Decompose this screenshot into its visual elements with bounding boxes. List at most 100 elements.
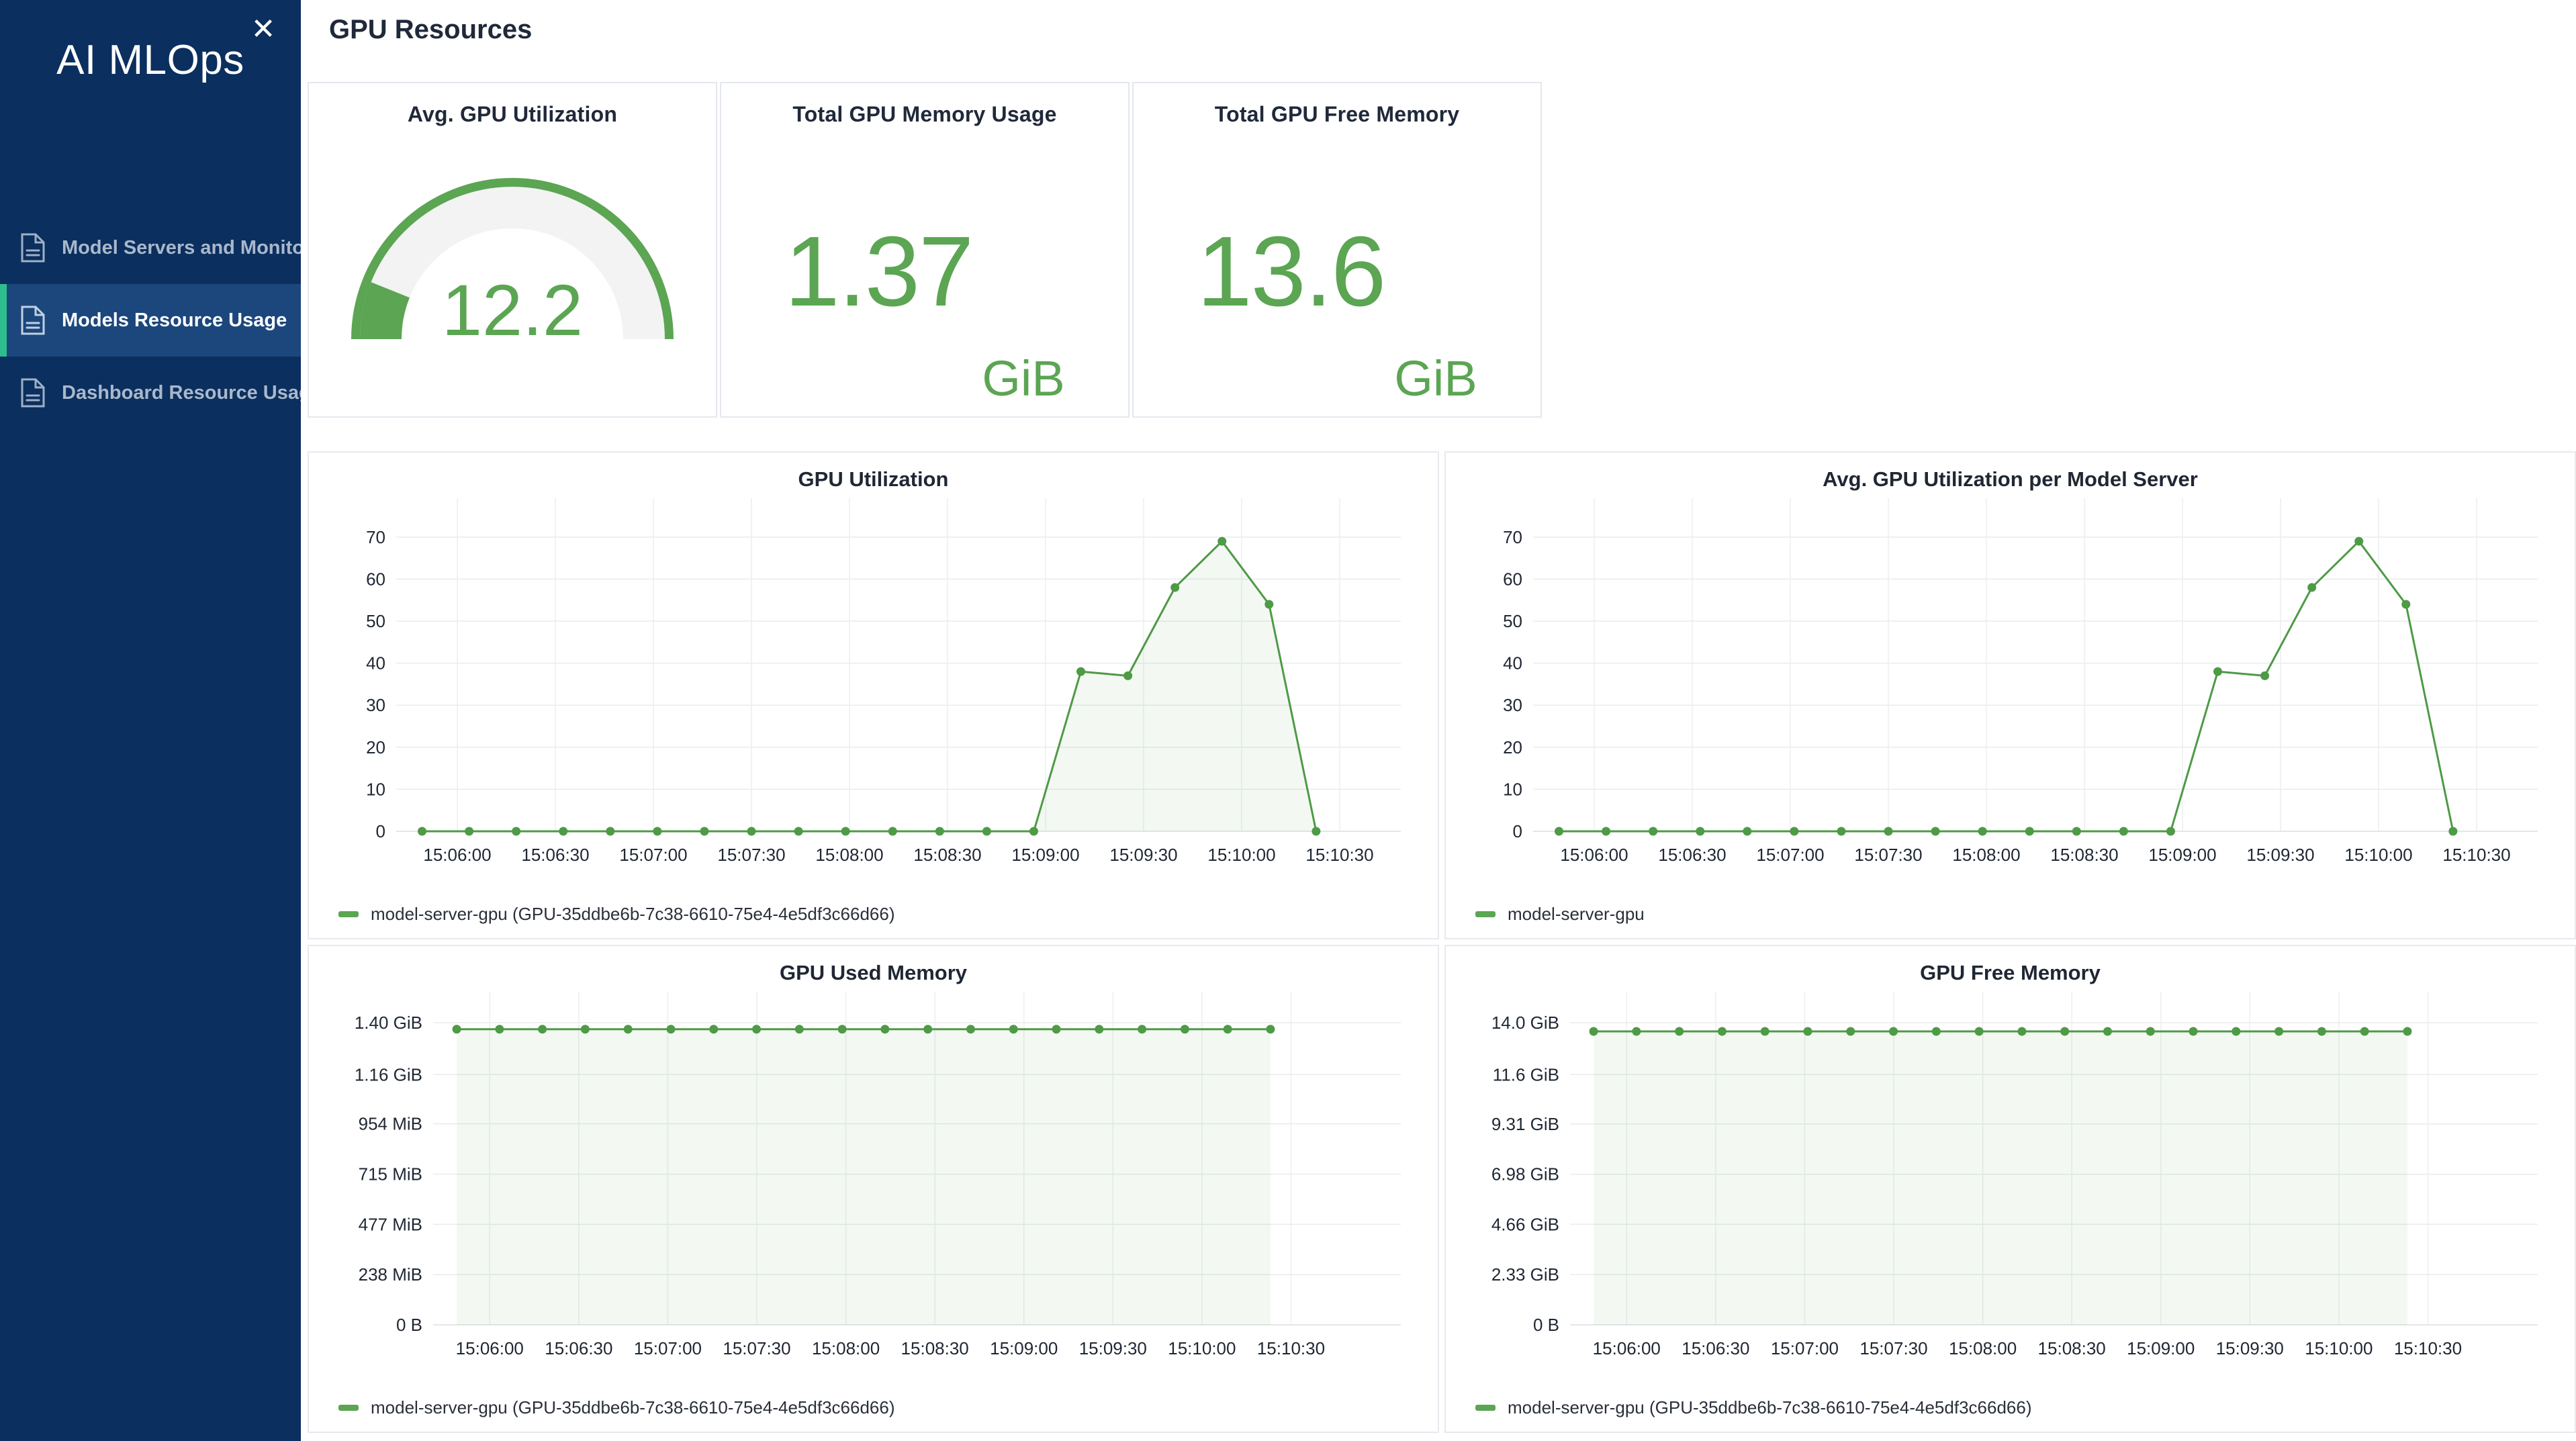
svg-text:15:09:30: 15:09:30: [1109, 845, 1177, 865]
svg-text:15:07:30: 15:07:30: [1854, 845, 1922, 865]
svg-text:15:10:30: 15:10:30: [2394, 1338, 2462, 1358]
svg-text:0: 0: [1513, 821, 1522, 841]
svg-text:15:09:30: 15:09:30: [1079, 1338, 1147, 1358]
legend-color-swatch: [1475, 1405, 1496, 1411]
svg-text:15:08:00: 15:08:00: [815, 845, 883, 865]
area-chart-svg: 0 B 2.33 GiB 4.66 GiB 6.98 GiB 9.31 GiB 11.6 …: [1491, 992, 2538, 1358]
svg-text:15:06:30: 15:06:30: [1658, 845, 1726, 865]
panel-gpu-utilization[interactable]: GPU Utilization 0 10 20 30 40 50 60 70 15:06:00 1…: [308, 451, 1439, 939]
page-title: GPU Resources: [329, 15, 533, 44]
svg-text:15:09:30: 15:09:30: [2246, 845, 2314, 865]
svg-text:238 MiB: 238 MiB: [359, 1264, 422, 1285]
svg-text:15:09:00: 15:09:00: [990, 1338, 1058, 1358]
legend-label: model-server-gpu: [1508, 904, 1645, 924]
svg-text:40: 40: [366, 653, 385, 673]
stat-value: 1.37: [784, 216, 974, 327]
stat-card-total-gpu-free-memory[interactable]: Total GPU Free Memory 13.6 GiB: [1132, 82, 1542, 418]
svg-text:20: 20: [1503, 737, 1522, 757]
svg-text:15:10:30: 15:10:30: [2442, 845, 2510, 865]
gauge-chart: 12.2: [309, 127, 716, 416]
sidebar-item-dashboard-resource-usage[interactable]: Dashboard Resource Usage: [0, 357, 322, 429]
document-icon: [20, 378, 46, 408]
svg-text:30: 30: [366, 695, 385, 715]
sidebar-item-label: Model Servers and Monitoring: [62, 236, 341, 259]
panel-title: Avg. GPU Utilization per Model Server: [1823, 467, 2198, 491]
chart-plot-area: 0 B 238 MiB 477 MiB 715 MiB 954 MiB 1.16 GiB 1…: [309, 982, 1438, 1432]
chart-plot-area: 0 10 20 30 40 50 60 70 15:06:00 15:06:30 15:07:00 1…: [309, 489, 1438, 938]
sidebar-item-model-servers-and-monitoring[interactable]: Model Servers and Monitoring: [0, 212, 341, 284]
panel-gpu-free-memory[interactable]: GPU Free Memory 0 B 2.33 GiB 4.66 GiB 6.98 …: [1444, 945, 2576, 1433]
legend-label: model-server-gpu (GPU-35ddbe6b-7c38-6610…: [371, 1397, 895, 1417]
svg-text:15:07:30: 15:07:30: [717, 845, 785, 865]
svg-text:10: 10: [366, 779, 385, 799]
svg-text:15:10:30: 15:10:30: [1257, 1338, 1325, 1358]
svg-text:15:06:00: 15:06:00: [1560, 845, 1628, 865]
svg-text:715 MiB: 715 MiB: [359, 1164, 422, 1184]
svg-text:9.31 GiB: 9.31 GiB: [1491, 1114, 1559, 1134]
panel-title: GPU Free Memory: [1920, 961, 2101, 984]
svg-text:15:07:00: 15:07:00: [1756, 845, 1824, 865]
svg-text:15:08:30: 15:08:30: [2050, 845, 2118, 865]
svg-text:15:06:00: 15:06:00: [423, 845, 491, 865]
svg-text:70: 70: [366, 527, 385, 547]
legend-color-swatch: [338, 1405, 359, 1411]
chart-grid: GPU Utilization 0 10 20 30 40 50 60 70 15:06:00 1…: [308, 451, 2576, 1438]
svg-text:50: 50: [366, 611, 385, 631]
svg-text:15:06:30: 15:06:30: [1682, 1338, 1749, 1358]
svg-text:60: 60: [1503, 569, 1522, 589]
close-icon[interactable]: ✕: [244, 11, 282, 48]
svg-text:15:07:00: 15:07:00: [634, 1338, 702, 1358]
sidebar-item-models-resource-usage[interactable]: Models Resource Usage: [0, 284, 301, 357]
svg-text:0: 0: [376, 821, 385, 841]
chart-row-bottom: GPU Used Memory 0 B 238 MiB 477 MiB 715 MiB…: [308, 945, 2576, 1433]
stat-card-title: Total GPU Free Memory: [1214, 102, 1460, 126]
svg-text:10: 10: [1503, 779, 1522, 799]
legend-label: model-server-gpu (GPU-35ddbe6b-7c38-6610…: [1508, 1397, 2032, 1417]
svg-text:15:08:00: 15:08:00: [1952, 845, 2020, 865]
chart-legend[interactable]: model-server-gpu (GPU-35ddbe6b-7c38-6610…: [1475, 1397, 2031, 1418]
svg-text:15:10:00: 15:10:00: [1207, 845, 1275, 865]
chart-legend[interactable]: model-server-gpu: [1475, 904, 1645, 925]
stat-card-avg-gpu-utilization[interactable]: Avg. GPU Utilization 12.2: [308, 82, 717, 418]
svg-text:11.6 GiB: 11.6 GiB: [1493, 1064, 1559, 1084]
app-root: ✕ AI MLOps Model Servers and Monitoring: [0, 0, 2576, 1441]
svg-text:0 B: 0 B: [1533, 1315, 1559, 1335]
svg-text:15:08:30: 15:08:30: [2038, 1338, 2106, 1358]
svg-text:0 B: 0 B: [396, 1315, 422, 1335]
panel-avg-gpu-utilization-per-model-server[interactable]: Avg. GPU Utilization per Model Server 0 1…: [1444, 451, 2576, 939]
line-chart-svg: 0 10 20 30 40 50 60 70 15:06:00 15:06:30 15:07:00 1…: [366, 498, 1401, 865]
svg-text:15:08:00: 15:08:00: [1949, 1338, 2017, 1358]
svg-text:477 MiB: 477 MiB: [359, 1214, 422, 1234]
svg-text:15:09:00: 15:09:00: [1011, 845, 1079, 865]
chart-legend[interactable]: model-server-gpu (GPU-35ddbe6b-7c38-6610…: [338, 904, 894, 925]
svg-text:15:07:00: 15:07:00: [1771, 1338, 1839, 1358]
sidebar-item-label: Models Resource Usage: [62, 309, 287, 331]
chart-plot-area: 0 B 2.33 GiB 4.66 GiB 6.98 GiB 9.31 GiB 11.6 …: [1446, 982, 2575, 1432]
area-chart-svg: 0 B 238 MiB 477 MiB 715 MiB 954 MiB 1.16 GiB 1…: [355, 992, 1401, 1358]
svg-text:15:10:00: 15:10:00: [1168, 1338, 1236, 1358]
stat-card-title: Total GPU Memory Usage: [792, 102, 1057, 126]
svg-text:1.16 GiB: 1.16 GiB: [355, 1064, 422, 1084]
svg-text:15:08:00: 15:08:00: [812, 1338, 880, 1358]
sidebar: ✕ AI MLOps Model Servers and Monitoring: [0, 0, 341, 1441]
panel-gpu-used-memory[interactable]: GPU Used Memory 0 B 238 MiB 477 MiB 715 MiB…: [308, 945, 1439, 1433]
svg-text:15:07:30: 15:07:30: [1859, 1338, 1927, 1358]
stat-value-group: 13.6 GiB: [1134, 127, 1540, 416]
svg-text:6.98 GiB: 6.98 GiB: [1491, 1164, 1559, 1184]
svg-text:12.2: 12.2: [442, 269, 583, 351]
legend-label: model-server-gpu (GPU-35ddbe6b-7c38-6610…: [371, 904, 895, 924]
stat-unit: GiB: [1394, 351, 1477, 406]
panel-title: GPU Utilization: [798, 467, 949, 491]
chart-legend[interactable]: model-server-gpu (GPU-35ddbe6b-7c38-6610…: [338, 1397, 894, 1418]
document-icon: [20, 233, 46, 263]
legend-color-swatch: [338, 911, 359, 917]
svg-text:15:06:00: 15:06:00: [1593, 1338, 1661, 1358]
document-icon: [20, 306, 46, 335]
svg-text:15:10:00: 15:10:00: [2344, 845, 2412, 865]
stat-card-title: Avg. GPU Utilization: [407, 102, 618, 126]
svg-text:15:09:00: 15:09:00: [2148, 845, 2216, 865]
stat-value: 13.6: [1197, 216, 1386, 327]
stat-card-total-gpu-memory-usage[interactable]: Total GPU Memory Usage 1.37 GiB: [720, 82, 1130, 418]
line-chart-svg: 0 10 20 30 40 50 60 70 15:06:00 15:06:30 15:07:00 1…: [1503, 498, 2538, 865]
svg-text:15:09:00: 15:09:00: [2127, 1338, 2195, 1358]
